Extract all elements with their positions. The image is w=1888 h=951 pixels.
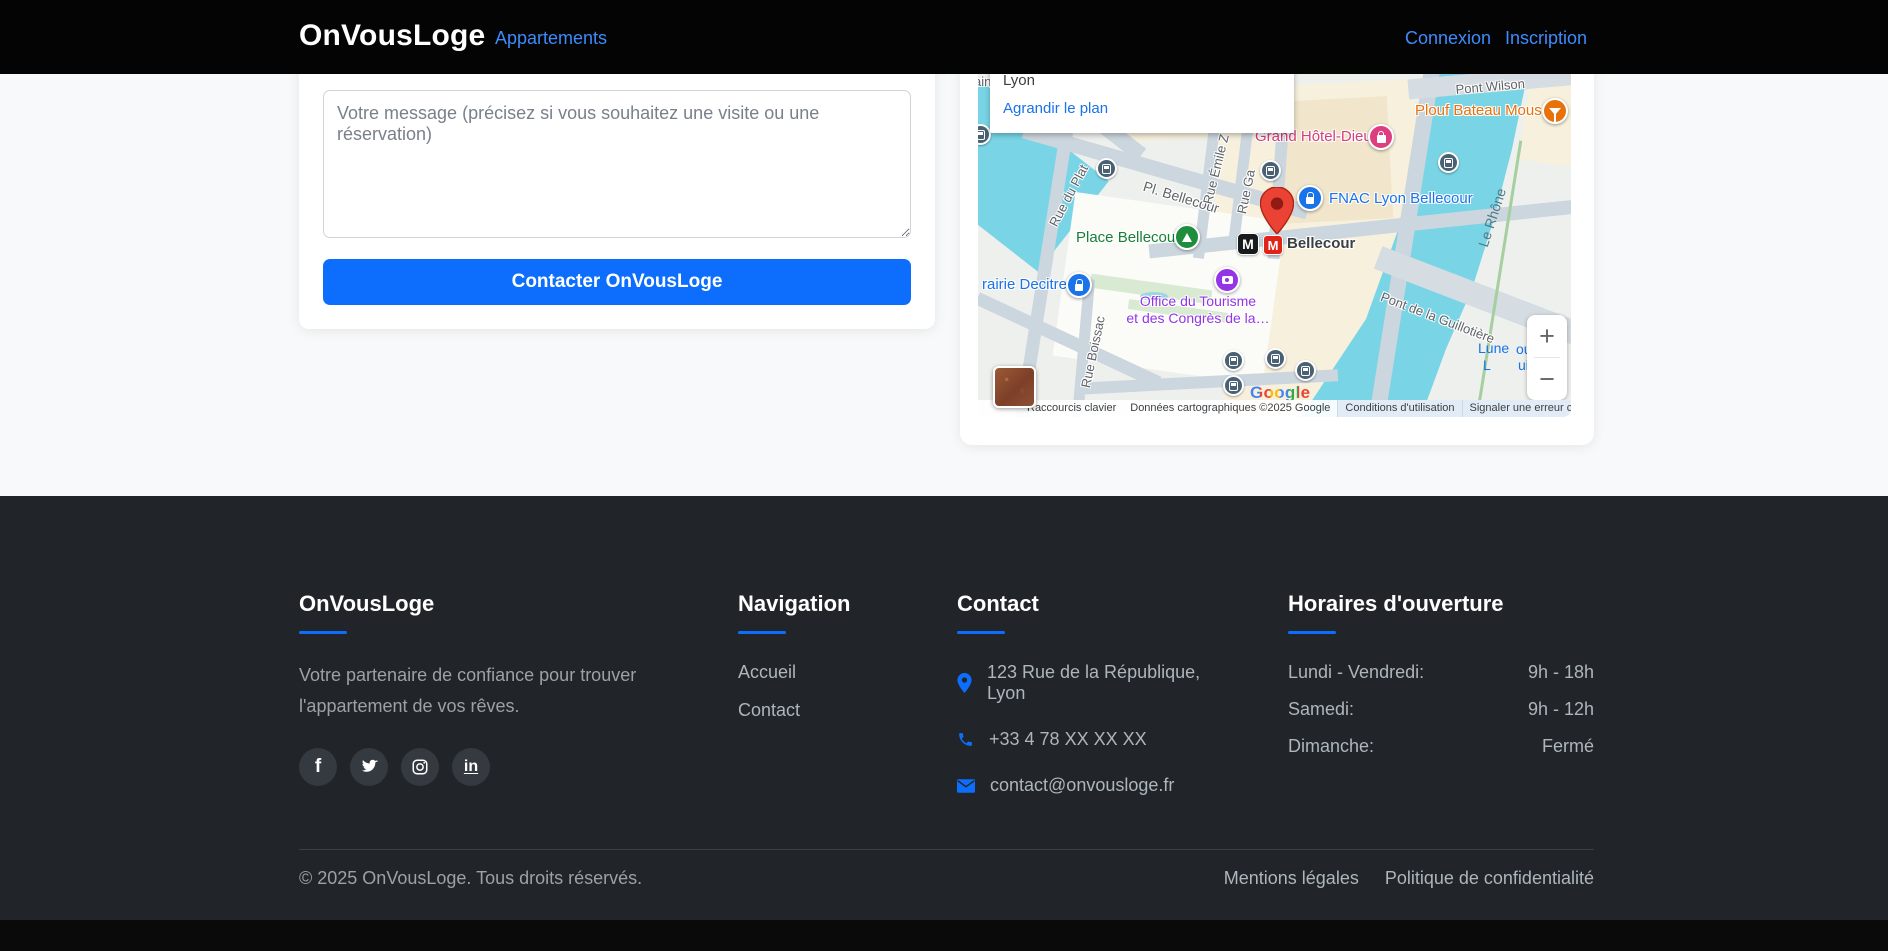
bus-icon (1223, 350, 1244, 371)
brand-logo[interactable]: OnVousLoge (299, 19, 485, 53)
google-map[interactable]: ain Pl. Bellecour Rue du Plat Rue Émile … (978, 44, 1571, 417)
map-label-decitre: rairie Decitre (982, 276, 1067, 293)
footer-brand-description: Votre partenaire de confiance pour trouv… (299, 660, 709, 722)
lock-icon (1066, 272, 1092, 298)
facebook-icon[interactable]: f (299, 748, 337, 786)
hours-label: Dimanche: (1288, 736, 1374, 757)
contact-phone-row: +33 4 78 XX XX XX (957, 729, 1227, 750)
legal-link-mentions[interactable]: Mentions légales (1224, 868, 1359, 889)
footer-divider (299, 849, 1594, 850)
hours-value: Fermé (1542, 736, 1594, 757)
map-label-place-bellecour: Place Bellecour (1076, 229, 1180, 246)
footer-contact-column: Contact 123 Rue de la République, Lyon +… (957, 591, 1227, 821)
twitter-icon[interactable] (350, 748, 388, 786)
hours-row: Samedi: 9h - 12h (1288, 699, 1594, 720)
hours-label: Lundi - Vendredi: (1288, 662, 1424, 683)
contact-email-row: contact@onvousloge.fr (957, 775, 1227, 796)
footer-legal-links: Mentions légales Politique de confidenti… (1224, 868, 1594, 889)
linkedin-icon[interactable]: in (452, 748, 490, 786)
heading-underline (299, 631, 347, 634)
streetview-thumbnail[interactable] (993, 366, 1036, 408)
nav-link-connexion[interactable]: Connexion (1405, 28, 1491, 49)
instagram-icon[interactable] (401, 748, 439, 786)
hours-row: Lundi - Vendredi: 9h - 18h (1288, 662, 1594, 683)
map-zoom-control: + − (1527, 315, 1567, 400)
location-pin-icon (957, 673, 972, 693)
footer-contact-title: Contact (957, 591, 1227, 617)
footer-navigation-title: Navigation (738, 591, 908, 617)
map-label-office-tourisme: Office du Tourisme et des Congrès de la… (1113, 293, 1283, 327)
map-label-fragment: L (1483, 357, 1491, 373)
bus-icon (1265, 348, 1286, 369)
footer-link-accueil[interactable]: Accueil (738, 662, 908, 683)
nav-link-inscription[interactable]: Inscription (1505, 28, 1587, 49)
navbar: OnVousLoge Appartements Connexion Inscri… (0, 0, 1888, 74)
heading-underline (957, 631, 1005, 634)
footer-hours-column: Horaires d'ouverture Lundi - Vendredi: 9… (1288, 591, 1594, 773)
heading-underline (738, 631, 786, 634)
bus-icon (1096, 158, 1117, 179)
footer: OnVousLoge Votre partenaire de confiance… (0, 496, 1888, 920)
bottom-strip (0, 920, 1888, 951)
map-label-fragment: Lune (1478, 340, 1509, 356)
contact-address: 123 Rue de la République, Lyon (987, 662, 1227, 704)
footer-navigation-column: Navigation Accueil Contact (738, 591, 908, 738)
phone-icon (957, 731, 974, 748)
enlarge-map-link[interactable]: Agrandir le plan (1003, 100, 1108, 117)
contact-form-card: Contacter OnVousLoge (299, 30, 935, 329)
map-label-fnac: FNAC Lyon Bellecour (1329, 190, 1473, 207)
shopping-icon (1368, 124, 1394, 150)
footer-brand-column: OnVousLoge Votre partenaire de confiance… (299, 591, 709, 786)
bus-icon (1260, 160, 1281, 181)
cocktail-icon (1542, 98, 1568, 124)
footer-brand-title: OnVousLoge (299, 591, 709, 617)
hours-label: Samedi: (1288, 699, 1354, 720)
hours-row: Dimanche: Fermé (1288, 736, 1594, 757)
map-label-plouf: Plouf Bateau Mousse (1415, 102, 1558, 119)
hours-value: 9h - 12h (1528, 699, 1594, 720)
camera-icon (1214, 267, 1240, 293)
copyright-text: © 2025 OnVousLoge. Tous droits réservés. (299, 868, 642, 889)
map-card: ain Pl. Bellecour Rue du Plat Rue Émile … (960, 28, 1594, 445)
bus-icon (1223, 375, 1244, 396)
map-label-office-line1: Office du Tourisme (1113, 293, 1283, 310)
terms-link[interactable]: Conditions d'utilisation (1337, 400, 1461, 417)
footer-link-contact[interactable]: Contact (738, 700, 908, 721)
report-error-link[interactable]: Signaler une erreur cartographique (1462, 400, 1572, 417)
map-data-text: Données cartographiques ©2025 Google (1123, 400, 1337, 417)
map-label-office-line2: et des Congrès de la… (1113, 310, 1283, 327)
bus-icon (1295, 360, 1316, 381)
contact-submit-button[interactable]: Contacter OnVousLoge (323, 259, 911, 305)
nav-link-appartements[interactable]: Appartements (495, 28, 607, 49)
message-textarea[interactable] (323, 90, 911, 238)
lock-icon (1297, 185, 1323, 211)
social-links: f in (299, 748, 709, 786)
map-attribution-bar: Raccourcis clavier Données cartographiqu… (978, 400, 1571, 417)
metro-m-icon: M (1263, 235, 1283, 255)
heading-underline (1288, 631, 1336, 634)
metro-icon: M (1237, 233, 1259, 255)
zoom-in-button[interactable]: + (1527, 315, 1567, 357)
hours-value: 9h - 18h (1528, 662, 1594, 683)
bus-icon (1438, 152, 1459, 173)
envelope-icon (957, 779, 975, 793)
map-pin-icon[interactable] (1260, 187, 1294, 239)
contact-address-row: 123 Rue de la République, Lyon (957, 662, 1227, 704)
map-place-title: Lyon (1003, 72, 1035, 89)
zoom-out-button[interactable]: − (1527, 358, 1567, 400)
contact-email: contact@onvousloge.fr (990, 775, 1174, 796)
legal-link-privacy[interactable]: Politique de confidentialité (1385, 868, 1594, 889)
map-label-bellecour-station: Bellecour (1287, 235, 1355, 252)
footer-hours-title: Horaires d'ouverture (1288, 591, 1594, 617)
tree-icon (1174, 224, 1200, 250)
contact-phone: +33 4 78 XX XX XX (989, 729, 1147, 750)
page: Contacter OnVousLoge (0, 0, 1888, 951)
